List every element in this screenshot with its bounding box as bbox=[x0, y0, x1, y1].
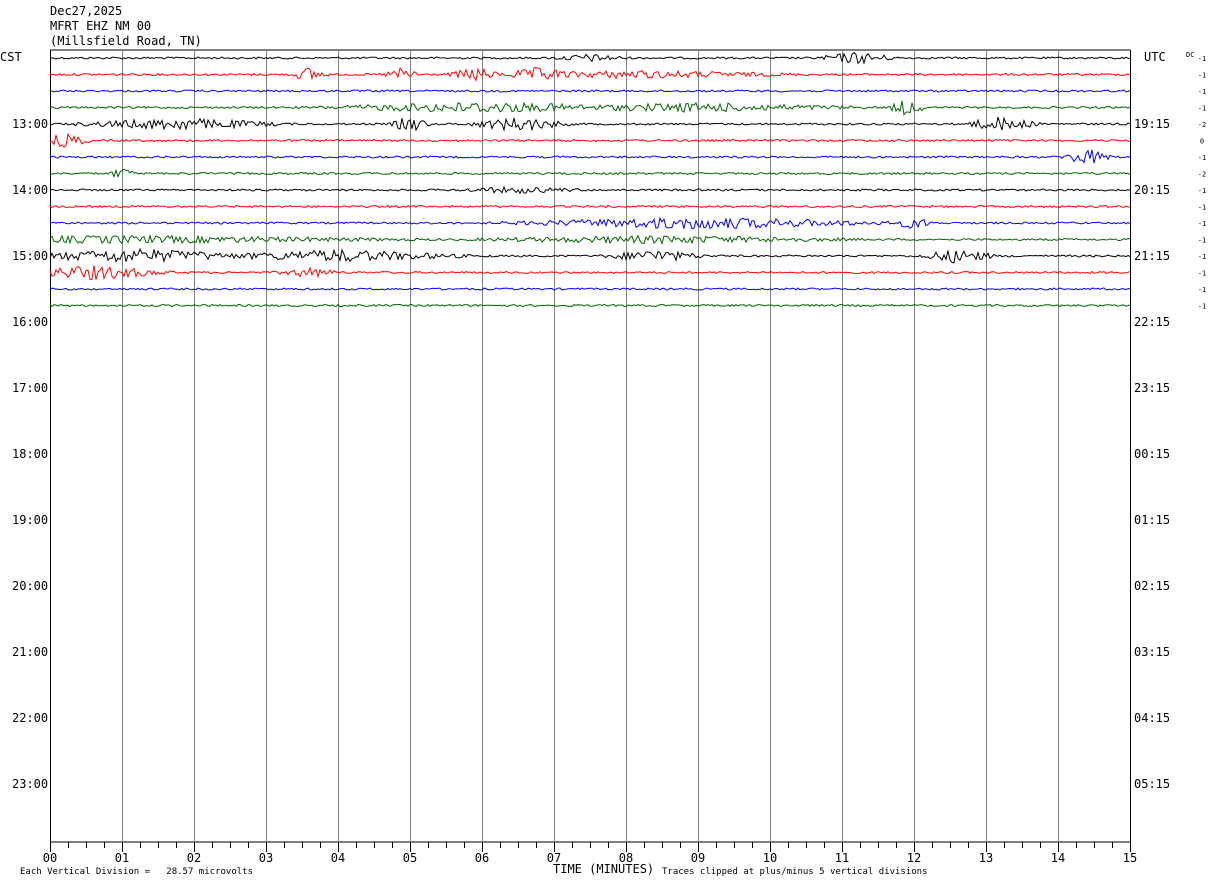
grid-lines bbox=[50, 49, 1131, 843]
utc-hour-label: 20:15 bbox=[1134, 183, 1170, 197]
cst-hour-label: 20:00 bbox=[12, 579, 48, 593]
trace-row bbox=[49, 204, 1130, 209]
x-tick-label: 13 bbox=[979, 851, 993, 865]
dc-offset-value: -1 bbox=[1198, 220, 1206, 228]
cst-hour-label: 16:00 bbox=[12, 315, 48, 329]
x-tick-label: 05 bbox=[403, 851, 417, 865]
utc-hour-label: 04:15 bbox=[1134, 711, 1170, 725]
utc-hour-label: 23:15 bbox=[1134, 381, 1170, 395]
helicorder-plot: 00 01 02 03 04 05 06 07 08 09 10 11 12 13 14 15 13:0014… bbox=[12, 49, 1206, 865]
dc-offset-value: -1 bbox=[1198, 187, 1206, 195]
cst-hour-label: 21:00 bbox=[12, 645, 48, 659]
utc-hour-label: 22:15 bbox=[1134, 315, 1170, 329]
trace-row bbox=[49, 185, 1131, 195]
cst-hour-label: 18:00 bbox=[12, 447, 48, 461]
cst-hour-label: 13:00 bbox=[12, 117, 48, 131]
x-tick-label: 15 bbox=[1123, 851, 1137, 865]
dc-offset-value: -1 bbox=[1198, 270, 1206, 278]
dc-offset-value: -1 bbox=[1198, 303, 1206, 311]
dc-offset-value: -1 bbox=[1198, 204, 1206, 212]
hour-labels: 13:00 14:00 15:00 16:00 17:00 18:00 19:00 20:00… bbox=[12, 117, 1170, 791]
cst-hour-label: 17:00 bbox=[12, 381, 48, 395]
scale-note: Each Vertical Division = 28.57 microvolt… bbox=[20, 867, 253, 877]
dc-offset-value: 0 bbox=[1200, 138, 1204, 146]
x-tick-label: 10 bbox=[763, 851, 777, 865]
trace-row bbox=[49, 51, 1131, 65]
trace-row bbox=[49, 89, 1131, 93]
trace-row bbox=[49, 100, 1131, 117]
utc-hour-label: 00:15 bbox=[1134, 447, 1170, 461]
x-tick-label: 02 bbox=[187, 851, 201, 865]
dc-offset-value: -2 bbox=[1198, 171, 1206, 179]
x-tick-label: 06 bbox=[475, 851, 489, 865]
x-tick-label: 00 bbox=[43, 851, 57, 865]
x-tick-label: 14 bbox=[1051, 851, 1065, 865]
dc-offset-value: -1 bbox=[1198, 55, 1206, 63]
x-tick-label: 04 bbox=[331, 851, 345, 865]
dc-offset-value: -1 bbox=[1198, 72, 1206, 80]
trace-row bbox=[49, 168, 1131, 179]
dc-offset-value: -1 bbox=[1198, 88, 1206, 96]
seismic-traces bbox=[49, 51, 1131, 308]
dc-offset-value: -1 bbox=[1198, 286, 1206, 294]
x-tick-label: 03 bbox=[259, 851, 273, 865]
dc-header-label: DC bbox=[1186, 51, 1194, 59]
clip-note: Traces clipped at plus/minus 5 vertical … bbox=[662, 867, 928, 877]
trace-row bbox=[49, 303, 1131, 308]
utc-hour-label: 02:15 bbox=[1134, 579, 1170, 593]
utc-hour-label: 21:15 bbox=[1134, 249, 1170, 263]
trace-row bbox=[49, 67, 1131, 82]
utc-hour-label: 01:15 bbox=[1134, 513, 1170, 527]
trace-row bbox=[49, 265, 1131, 281]
dc-offset-labels: DC -1 -1 -1 -1 -2 0 -1 -2 -1 -1 -1 -1 -1 -1 -1 -1 bbox=[1186, 51, 1206, 311]
dc-offset-value: -1 bbox=[1198, 154, 1206, 162]
cst-hour-label: 22:00 bbox=[12, 711, 48, 725]
trace-row bbox=[49, 116, 1131, 132]
dc-offset-value: -1 bbox=[1198, 105, 1206, 113]
cst-hour-label: 19:00 bbox=[12, 513, 48, 527]
x-tick-label: 11 bbox=[835, 851, 849, 865]
utc-hour-label: 03:15 bbox=[1134, 645, 1170, 659]
cst-hour-label: 14:00 bbox=[12, 183, 48, 197]
dc-offset-value: -1 bbox=[1198, 253, 1206, 261]
cst-hour-label: 23:00 bbox=[12, 777, 48, 791]
trace-row bbox=[49, 233, 1131, 246]
utc-hour-label: 19:15 bbox=[1134, 117, 1170, 131]
dc-offset-value: -1 bbox=[1198, 237, 1206, 245]
dc-offset-value: -2 bbox=[1198, 121, 1206, 129]
trace-row bbox=[49, 287, 1131, 291]
x-tick-label: 01 bbox=[115, 851, 129, 865]
trace-row bbox=[49, 149, 1131, 164]
cst-hour-label: 15:00 bbox=[12, 249, 48, 263]
trace-row bbox=[49, 216, 1131, 230]
utc-hour-label: 05:15 bbox=[1134, 777, 1170, 791]
trace-row bbox=[49, 132, 1131, 148]
trace-row bbox=[49, 247, 1131, 264]
x-tick-label: 09 bbox=[691, 851, 705, 865]
x-tick-label: 12 bbox=[907, 851, 921, 865]
x-axis-label: TIME (MINUTES) bbox=[553, 862, 655, 876]
